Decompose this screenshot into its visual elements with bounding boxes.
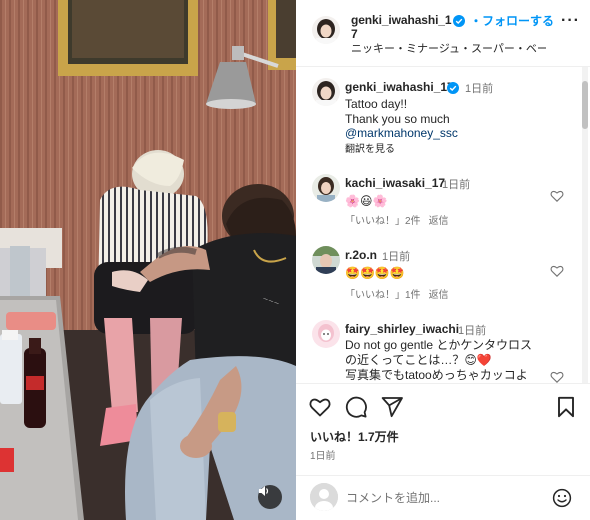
comment-time[interactable]: 1日前 [442, 176, 470, 192]
commenter-avatar[interactable] [312, 174, 340, 202]
heart-icon[interactable] [308, 395, 332, 419]
post-video-frame: ~~~ [0, 0, 296, 520]
comments-scrollbar-thumb[interactable] [582, 81, 588, 129]
emoji-icon[interactable] [552, 488, 572, 508]
comment-icon[interactable] [344, 395, 368, 419]
comment-likes-link[interactable]: 「いいね！」1件 [345, 290, 421, 301]
speaker-icon [259, 486, 269, 496]
share-icon[interactable] [380, 395, 404, 419]
likes-count[interactable]: いいね！1.7万件 [310, 428, 399, 445]
caption-author-avatar[interactable] [312, 78, 340, 106]
reply-button[interactable]: 返信 [429, 290, 449, 301]
comment-composer [296, 476, 590, 520]
caption-time[interactable]: 1日前 [465, 80, 493, 96]
heart-icon[interactable] [550, 264, 564, 278]
bookmark-icon[interactable] [554, 395, 578, 419]
caption-line: Thank you so much [345, 112, 450, 126]
comment-time[interactable]: 1日前 [382, 248, 410, 264]
comment-time[interactable]: 1日前 [458, 322, 486, 338]
heart-icon[interactable] [550, 370, 564, 383]
caption-username[interactable]: genki_iwahashi_17 [345, 80, 454, 94]
reply-button[interactable]: 返信 [429, 216, 449, 227]
comment-text-line: Do not go gentle とかケンタウロス [345, 338, 533, 352]
comment-text: Do not go gentle とかケンタウロス の近くってことは…？😊❤️ … [345, 338, 545, 383]
caption-mention-link[interactable]: @markmahoney_ssc [345, 126, 458, 140]
caption-line: Tattoo day!! [345, 97, 408, 111]
comment-likes-link[interactable]: 「いいね！」2件 [345, 216, 421, 227]
post-timestamp[interactable]: 1日前 [310, 447, 336, 462]
verified-badge-icon [447, 82, 459, 94]
commenter-username[interactable]: r.2o.n [345, 248, 377, 262]
comment-input[interactable] [346, 489, 526, 507]
comment-text-line: 写真集でもtatooめっちゃカッコよ [345, 368, 528, 382]
commenter-username[interactable]: fairy_shirley_iwachi [345, 322, 459, 336]
sound-toggle-button[interactable] [258, 485, 282, 509]
comment-text-line: の近くってことは…？😊❤️ [345, 353, 492, 367]
viewer-avatar [310, 483, 338, 511]
heart-icon[interactable] [550, 189, 564, 203]
comment-clip: fairy_shirley_iwachi 1日前 Do not go gentl… [296, 316, 578, 383]
comment-meta: 「いいね！」1件 返信 [345, 286, 457, 301]
commenter-avatar[interactable] [312, 246, 340, 274]
instagram-post-modal: ~~~ genki_iwahashi_1 7 ・フォローする ニッキー・ミナージ… [0, 0, 590, 520]
comment-text: 🌸😃🌸 [345, 194, 388, 208]
commenter-username[interactable]: kachi_iwasaki_17 [345, 176, 445, 190]
commenter-avatar[interactable] [312, 320, 340, 348]
comment-text: 🤩🤩🤩🤩 [345, 266, 405, 280]
see-translation-button[interactable]: 翻訳を見る [345, 140, 395, 155]
comment-meta: 「いいね！」2件 返信 [345, 212, 457, 227]
post-video[interactable]: ~~~ [0, 0, 296, 520]
